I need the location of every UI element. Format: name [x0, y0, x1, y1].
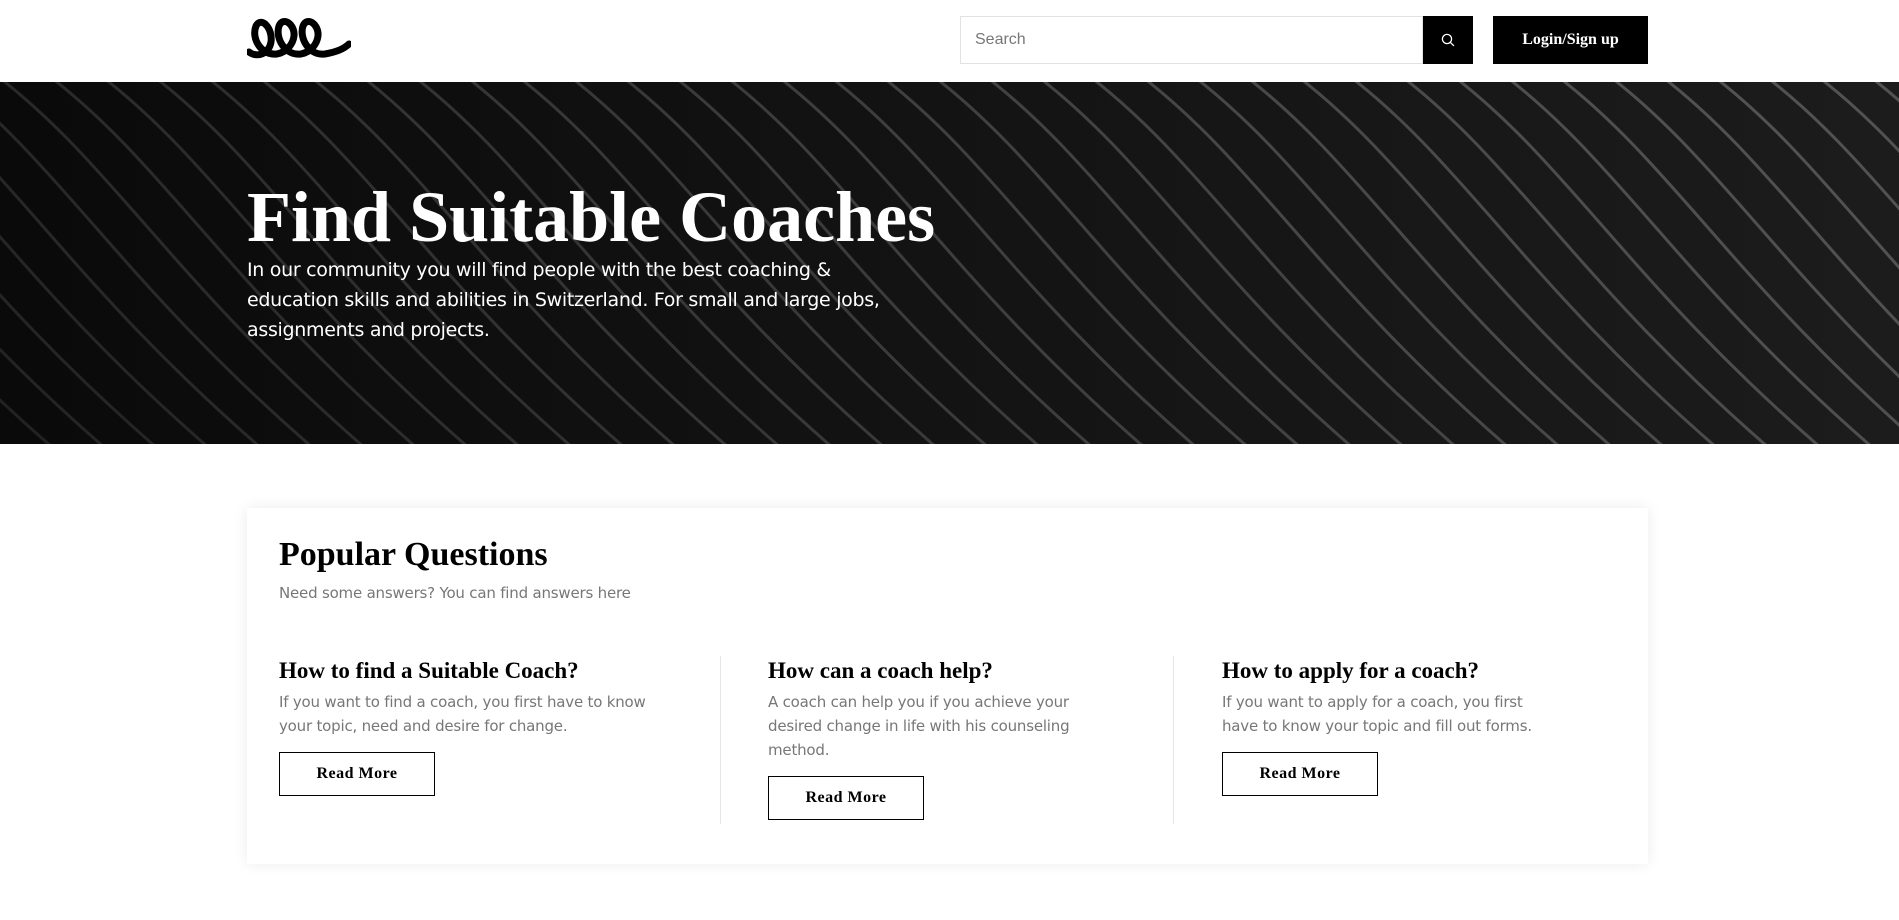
search-button[interactable] [1423, 16, 1473, 64]
column-divider [720, 656, 721, 824]
read-more-button[interactable]: Read More [768, 776, 924, 820]
read-more-button[interactable]: Read More [1222, 752, 1378, 796]
question-title: How to find a Suitable Coach? [279, 658, 579, 683]
logo[interactable] [247, 14, 351, 62]
question-item: How to apply for a coach? If you want to… [1222, 658, 1542, 796]
login-signup-button[interactable]: Login/Sign up [1493, 16, 1648, 64]
read-more-button[interactable]: Read More [279, 752, 435, 796]
column-divider [1173, 656, 1174, 824]
question-item: How can a coach help? A coach can help y… [768, 658, 1078, 820]
question-title: How to apply for a coach? [1222, 658, 1480, 683]
question-text: A coach can help you if you achieve your… [768, 693, 1070, 759]
hero-title: Find Suitable Coaches [247, 177, 936, 257]
popular-questions-title: Popular Questions [279, 536, 548, 573]
question-item: How to find a Suitable Coach? If you wan… [279, 658, 659, 796]
search-box [960, 16, 1423, 64]
popular-questions-subtitle: Need some answers? You can find answers … [279, 584, 631, 602]
search-input[interactable] [961, 17, 1422, 63]
popular-questions-card: Popular Questions Need some answers? You… [247, 508, 1648, 864]
search-icon [1441, 33, 1455, 47]
question-text: If you want to find a coach, you first h… [279, 693, 646, 735]
hero-subtitle: In our community you will find people wi… [247, 259, 880, 341]
question-title: How can a coach help? [768, 658, 993, 683]
site-header: Login/Sign up [0, 0, 1899, 82]
hero-banner: Find Suitable Coaches In our community y… [0, 82, 1899, 444]
question-text: If you want to apply for a coach, you fi… [1222, 693, 1532, 735]
